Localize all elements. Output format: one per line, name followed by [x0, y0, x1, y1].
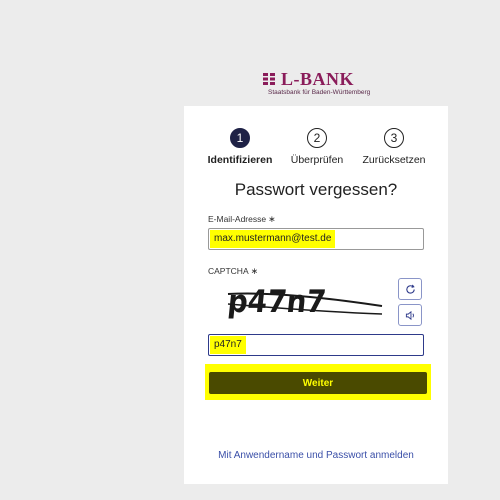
step-label: Identifizieren — [207, 154, 273, 166]
speaker-icon — [405, 310, 414, 320]
continue-button[interactable]: Weiter — [209, 372, 427, 394]
step-number: 2 — [307, 128, 327, 148]
page-title: Passwort vergessen? — [234, 180, 398, 199]
captcha-input[interactable]: p47n7 — [208, 334, 424, 356]
submit-highlight: Weiter — [205, 364, 431, 400]
step-label: Zurücksetzen — [362, 154, 426, 166]
progress-steps: 1 Identifizieren 2 Überprüfen 3 Zurückse… — [184, 128, 448, 178]
captcha-input-value: p47n7 — [210, 336, 246, 354]
required-marker: ∗ — [268, 214, 276, 224]
step-verify: 2 Überprüfen — [277, 128, 357, 166]
email-field[interactable]: max.mustermann@test.de — [208, 228, 424, 250]
reset-password-card: 1 Identifizieren 2 Überprüfen 3 Zurückse… — [184, 106, 448, 484]
step-number: 3 — [384, 128, 404, 148]
step-label: Überprüfen — [290, 154, 344, 166]
required-marker: ∗ — [250, 266, 259, 276]
brand-name: L-BANK — [281, 69, 355, 89]
email-field-value: max.mustermann@test.de — [210, 230, 336, 248]
audio-captcha-button[interactable] — [398, 304, 422, 326]
login-with-username-link[interactable]: Mit Anwendername und Passwort anmelden — [184, 450, 448, 461]
refresh-icon — [405, 284, 415, 294]
email-label: E-Mail-Adresse ∗ — [208, 214, 276, 225]
step-identify: 1 Identifizieren — [200, 128, 280, 166]
brand-subtitle: Staatsbank für Baden-Württemberg — [268, 89, 371, 96]
captcha-label: CAPTCHA ∗ — [208, 266, 258, 277]
captcha-text: p47n7 — [226, 284, 328, 320]
coat-of-arms-icon — [263, 73, 275, 85]
email-label-text: E-Mail-Adresse — [208, 214, 267, 224]
refresh-captcha-button[interactable] — [398, 278, 422, 300]
step-reset: 3 Zurücksetzen — [354, 128, 434, 166]
captcha-label-text: CAPTCHA — [208, 266, 249, 276]
step-number: 1 — [230, 128, 250, 148]
captcha-image: p47n7 — [226, 284, 383, 320]
brand-logo: L-BANK Staatsbank für Baden-Württemberg — [262, 70, 372, 96]
